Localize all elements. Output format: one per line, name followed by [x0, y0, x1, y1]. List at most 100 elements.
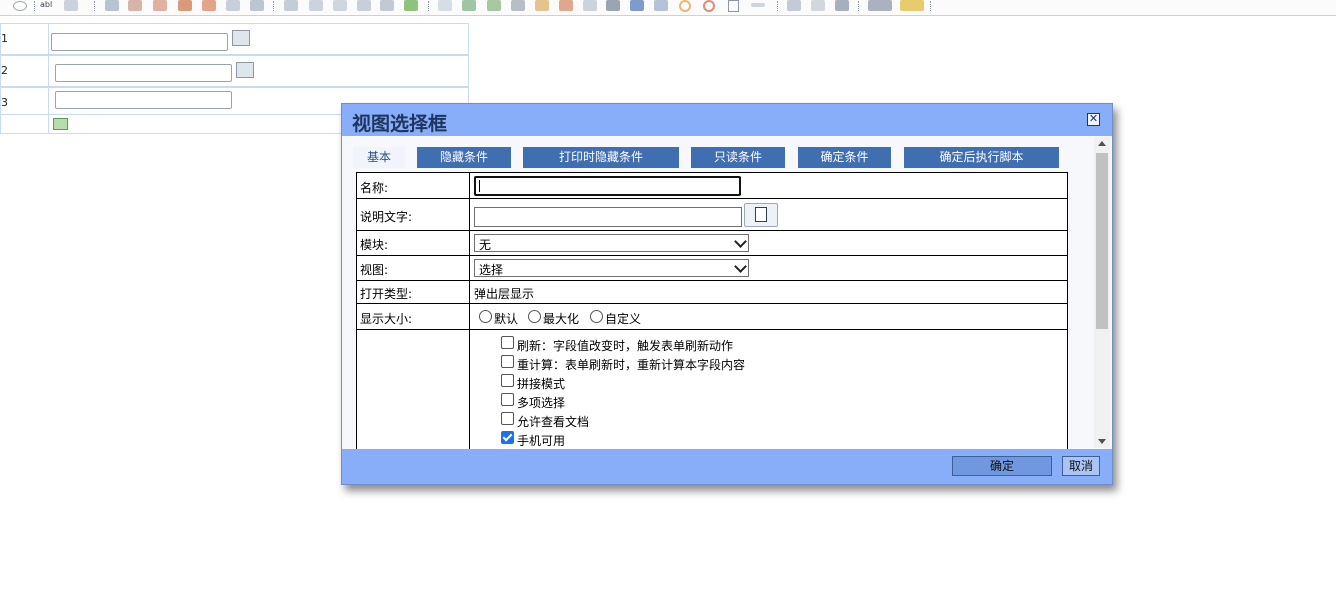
tab-hide-condition[interactable]: 隐藏条件	[417, 147, 511, 168]
copy-tool-icon[interactable]	[309, 0, 323, 11]
size-default-radio[interactable]	[479, 310, 492, 323]
chevron-down-icon	[734, 235, 747, 248]
search-lookup-icon[interactable]	[232, 30, 250, 46]
name-row: 名称:	[356, 172, 1068, 199]
dialog-footer: 确定 取消	[342, 449, 1112, 484]
chevron-down-icon	[734, 260, 747, 273]
size-custom-radio[interactable]	[590, 310, 603, 323]
concat-mode-checkbox[interactable]	[501, 374, 514, 387]
size-custom-label: 自定义	[605, 312, 642, 326]
allow-view-doc-checkbox[interactable]	[501, 412, 514, 425]
page-blank-tool-icon[interactable]	[728, 0, 739, 12]
row-label	[1, 115, 49, 133]
radio-tool-icon[interactable]	[13, 1, 27, 11]
refresh-checkbox[interactable]	[501, 336, 514, 349]
tab-print-hide-condition[interactable]: 打印时隐藏条件	[523, 147, 679, 168]
word-tool-icon[interactable]	[630, 0, 644, 11]
chart-tool-icon[interactable]	[535, 0, 549, 11]
bank-tool-icon[interactable]	[178, 0, 192, 11]
refresh-label: 刷新：字段值改变时，触发表单刷新动作	[517, 339, 734, 353]
circle-tool-icon[interactable]	[679, 0, 691, 12]
row-label: 2	[1, 56, 49, 86]
multi-select-checkbox[interactable]	[501, 393, 514, 406]
pen-tool-icon[interactable]	[438, 0, 452, 11]
color-dropdown-icon[interactable]	[900, 0, 924, 11]
open-type-label-cell: 打开类型:	[357, 281, 470, 303]
editor-toolbar: abl	[0, 0, 1336, 16]
tab-basic[interactable]: 基本	[353, 147, 405, 168]
tab-readonly-condition[interactable]: 只读条件	[691, 147, 785, 168]
background-input[interactable]	[55, 91, 232, 109]
description-label-cell: 说明文字:	[357, 199, 470, 230]
page-tool-icon[interactable]	[333, 0, 347, 11]
photo-tool-icon[interactable]	[606, 0, 620, 11]
paste-button[interactable]	[744, 203, 778, 227]
mobile-available-label: 手机可用	[517, 434, 566, 448]
label-tool-icon[interactable]: abl	[40, 0, 54, 11]
background-row: 2	[0, 55, 469, 87]
print-tool-icon[interactable]	[250, 0, 264, 11]
view-label-cell: 视图:	[357, 256, 470, 280]
layers-tool-icon[interactable]	[462, 0, 476, 11]
module-row: 模块: 无	[356, 231, 1068, 256]
dialog-title-bar[interactable]: 视图选择框 ✕	[342, 104, 1112, 136]
toolbar-separator	[428, 1, 430, 11]
import-tool-icon[interactable]	[380, 0, 394, 11]
anchor-tool-icon[interactable]	[835, 0, 849, 11]
table-tool-icon[interactable]	[64, 0, 78, 11]
scroll-thumb[interactable]	[1096, 153, 1108, 329]
ok-button[interactable]: 确定	[952, 456, 1052, 476]
media-tool-icon[interactable]	[511, 0, 525, 11]
divider-tool-icon[interactable]	[751, 3, 765, 7]
recalculate-checkbox[interactable]	[501, 355, 514, 368]
flag-tool-icon[interactable]	[559, 0, 573, 11]
target-tool-icon[interactable]	[703, 0, 715, 12]
clipboard-icon	[755, 207, 767, 222]
dialog-scrollbar[interactable]	[1094, 137, 1110, 448]
green-box-tool-icon[interactable]	[404, 0, 418, 11]
close-icon[interactable]: ✕	[1087, 113, 1100, 126]
module-select[interactable]: 无	[474, 234, 749, 252]
text-style-dropdown-icon[interactable]	[868, 0, 892, 11]
toolbar-separator	[777, 1, 779, 11]
name-input[interactable]	[474, 176, 741, 196]
pin-tool-icon[interactable]	[583, 0, 597, 11]
gear-tool-icon[interactable]	[811, 0, 825, 11]
cancel-button[interactable]: 取消	[1062, 456, 1100, 476]
export-tool-icon[interactable]	[357, 0, 371, 11]
scroll-up-arrow-icon[interactable]	[1098, 141, 1106, 146]
mobile-available-checkbox[interactable]	[501, 431, 514, 444]
size-maximize-radio[interactable]	[528, 310, 541, 323]
background-input[interactable]	[55, 64, 232, 82]
image-icon[interactable]	[53, 118, 68, 130]
description-input[interactable]	[474, 207, 742, 227]
toolbar-separator	[273, 1, 275, 11]
document-tool-icon[interactable]	[226, 0, 240, 11]
scroll-down-arrow-icon[interactable]	[1098, 439, 1106, 444]
tab-confirm-condition[interactable]: 确定条件	[798, 147, 891, 168]
search-lookup-icon[interactable]	[236, 62, 254, 78]
row-label: 1	[1, 24, 49, 54]
tools-tool-icon[interactable]	[202, 0, 216, 11]
window-tool-icon[interactable]	[654, 0, 668, 11]
toolbar-separator	[34, 1, 36, 11]
view-select[interactable]: 选择	[474, 259, 749, 277]
options-row: 刷新：字段值改变时，触发表单刷新动作 重计算：表单刷新时，重新计算本字段内容 拼…	[356, 330, 1068, 449]
toolbar-separator	[858, 1, 860, 11]
image-tool-icon[interactable]	[487, 0, 501, 11]
size-maximize-label: 最大化	[543, 312, 580, 326]
open-type-value: 弹出层显示	[474, 287, 535, 301]
module-label-cell: 模块:	[357, 231, 470, 255]
calendar-tool-icon[interactable]	[128, 0, 142, 11]
basic-form: 名称: 说明文字: 模块: 无 视图: 选择 打开类型: 弹出层显示 显示大小:…	[356, 172, 1070, 449]
toolbar-separator	[94, 1, 96, 11]
background-input[interactable]	[51, 33, 228, 51]
tab-after-confirm-script[interactable]: 确定后执行脚本	[904, 147, 1059, 168]
grid-tool-icon[interactable]	[105, 0, 119, 11]
chain-tool-icon[interactable]	[787, 0, 801, 11]
view-select-dialog: 视图选择框 ✕ 基本 隐藏条件 打印时隐藏条件 只读条件 确定条件 确定后执行脚…	[341, 103, 1113, 485]
size-default-label: 默认	[494, 312, 519, 326]
link-tool-icon[interactable]	[153, 0, 167, 11]
line-tool-icon[interactable]	[284, 0, 298, 11]
description-row: 说明文字:	[356, 199, 1068, 231]
